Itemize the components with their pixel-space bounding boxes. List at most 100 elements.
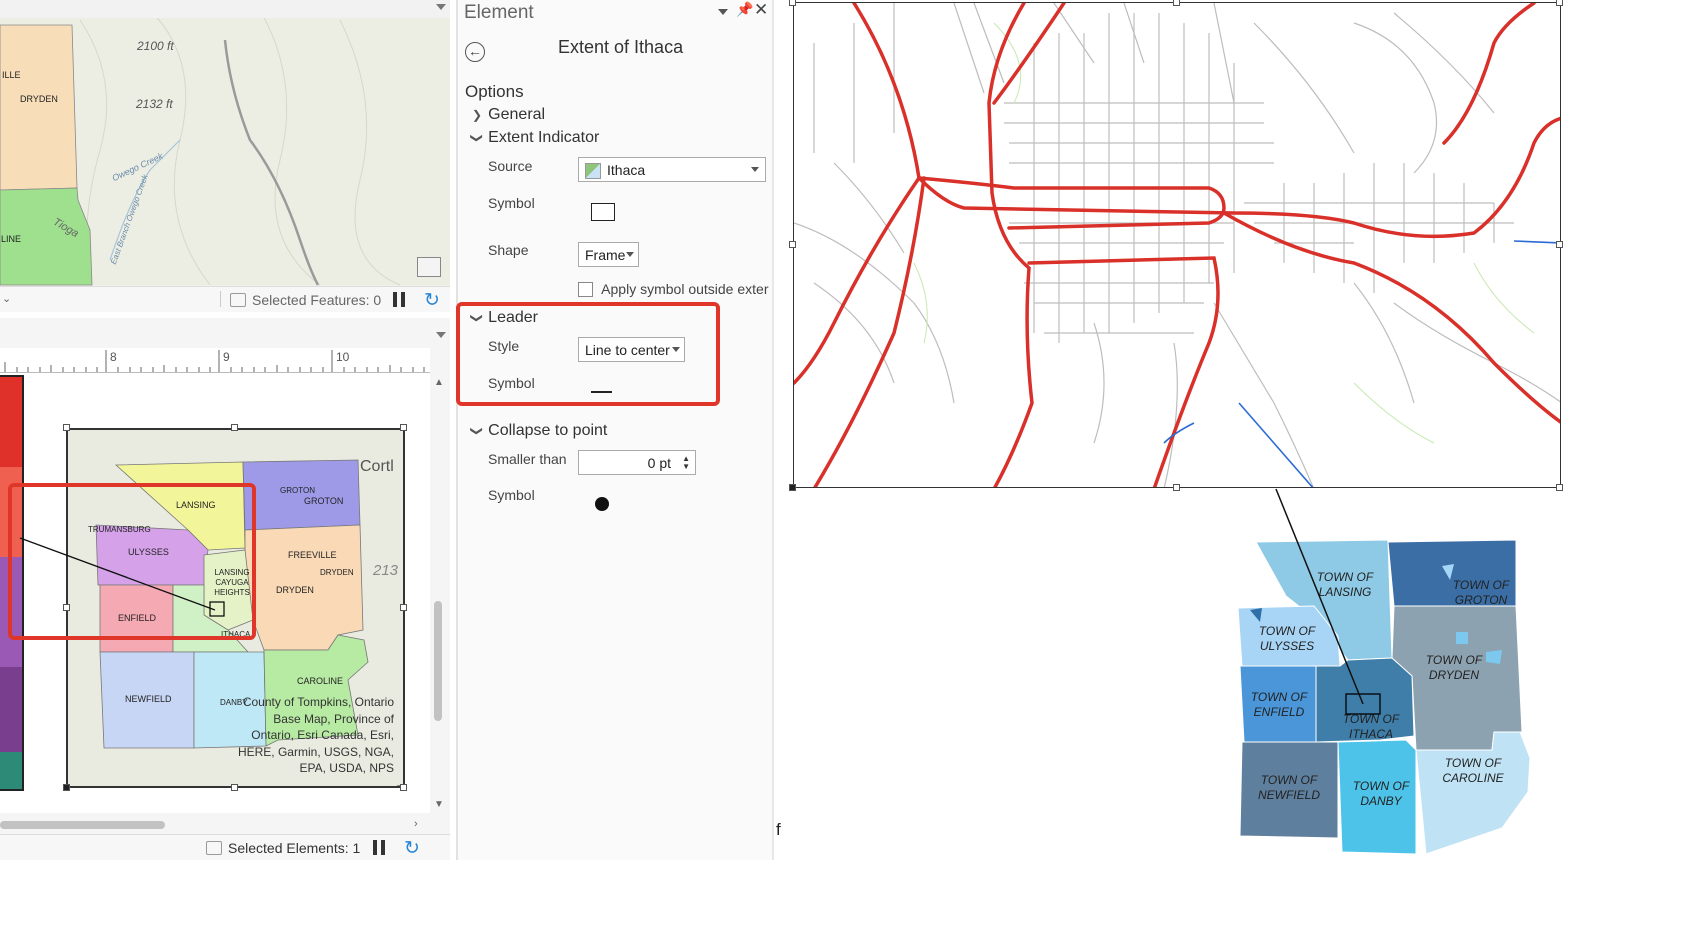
locator-label-groton-village: GROTON (280, 486, 315, 495)
locator-label-dryden-village: DRYDEN (320, 568, 354, 577)
chevron-right-icon: ❯ (471, 108, 483, 122)
top-map-view[interactable]: 2100 ft 2132 ft DRYDEN ILLE LINE Owego C… (0, 0, 450, 312)
resize-handle-nw[interactable] (63, 424, 70, 431)
scroll-up-icon[interactable]: ▲ (434, 377, 444, 388)
pane-options-icon[interactable] (718, 9, 728, 15)
apply-symbol-label: Apply symbol outside exter (601, 281, 769, 298)
layout-page: LANSING TRUMANSBURG ULYSSES ENFIELD ITHA… (0, 373, 430, 813)
resize-handle-ne[interactable] (400, 424, 407, 431)
section-collapse[interactable]: ❯ Collapse to point (470, 422, 607, 440)
close-icon[interactable]: ✕ (754, 0, 768, 20)
source-value: Ithaca (607, 162, 646, 178)
inset-label-ithaca: TOWN OF ITHACA (1342, 712, 1400, 741)
locator-label-newfield: NEWFIELD (125, 694, 172, 704)
apply-symbol-checkbox[interactable] (578, 281, 593, 297)
layout-pause-icon[interactable] (373, 840, 377, 855)
collapse-chevron-down-icon: ❯ (470, 425, 484, 437)
resize-handle-n[interactable] (231, 424, 238, 431)
street-map-frame[interactable] (793, 2, 1561, 488)
pane-title: Element (464, 2, 534, 23)
back-arrow-icon[interactable]: ← (465, 42, 485, 62)
horizontal-ruler: 8 9 10 (0, 348, 430, 373)
apply-symbol-option[interactable]: Apply symbol outside exter (578, 280, 768, 297)
locator-label-caroline: CAROLINE (297, 676, 344, 686)
selected-elements-text: Selected Elements: 1 (228, 840, 361, 856)
selected-features-text: Selected Features: 0 (252, 292, 382, 308)
map-label-dryden: DRYDEN (20, 94, 58, 104)
inset-label-caroline: TOWN OF CAROLINE (1442, 756, 1504, 785)
section-general-label: General (488, 106, 546, 123)
locator-label-groton: GROTON (304, 496, 344, 506)
elevation-label-2: 2132 ft (136, 97, 173, 111)
inset-label-dryden: TOWN OF DRYDEN (1425, 653, 1483, 682)
locator-label-dryden: DRYDEN (276, 585, 314, 595)
scroll-thumb-vertical[interactable] (434, 601, 442, 721)
inset-label-lansing: TOWN OF LANSING (1316, 570, 1374, 599)
map-label-line: LINE (1, 234, 22, 244)
attribution-text: County of Tompkins, Ontario Base Map, Pr… (237, 695, 394, 775)
resize-handle-sw[interactable] (63, 784, 70, 791)
inset-label-danby: TOWN OF DANBY (1352, 779, 1410, 808)
inset-label-newfield: TOWN OF NEWFIELD (1257, 773, 1320, 802)
street-network (794, 3, 1560, 487)
resize-handle-s[interactable] (231, 784, 238, 791)
shape-dropdown[interactable]: Frame (578, 242, 639, 267)
map-frame-icon (585, 163, 601, 179)
refresh-icon[interactable]: ↻ (424, 289, 440, 312)
layout-view[interactable]: 8 9 10 LANSING TRUMANSBURG ULYSSES ENFIE… (0, 318, 450, 860)
smaller-than-input[interactable]: 0 pt ▲ ▼ (578, 450, 696, 475)
resize-handle-se[interactable] (400, 784, 407, 791)
street-handle-s[interactable] (1173, 484, 1180, 491)
pause-icon[interactable] (393, 292, 397, 307)
smaller-than-value: 0 pt (647, 455, 671, 471)
section-general[interactable]: ❯ General (470, 106, 545, 124)
section-extent-indicator[interactable]: ❯ Extent Indicator (470, 129, 599, 147)
select-elements-icon (206, 841, 222, 855)
section-extent-indicator-label: Extent Indicator (488, 129, 600, 146)
elevation-label-1: 2100 ft (137, 39, 174, 53)
point-symbol-swatch[interactable] (595, 497, 609, 511)
locator-label-elevation: 213 (373, 562, 399, 579)
chevron-down-icon[interactable]: ⌄ (2, 292, 11, 305)
resize-handle-e[interactable] (400, 604, 407, 611)
spinner-icon[interactable]: ▲ ▼ (682, 455, 690, 471)
inset-label-enfield: TOWN OF ENFIELD (1250, 690, 1308, 719)
page-text-fragment: f (776, 820, 781, 839)
street-handle-w[interactable] (789, 241, 796, 248)
basemap-toggle-icon[interactable] (417, 257, 441, 277)
locator-label-freeville: FREEVILLE (288, 550, 337, 560)
ruler-tick-8: 8 (110, 350, 117, 364)
element-pane: Element 📌 ✕ ← Extent of Ithaca Options ❯… (456, 0, 772, 860)
select-features-icon (230, 293, 246, 307)
view-menu-icon[interactable] (436, 4, 446, 10)
vertical-scrollbar[interactable]: ▲ ▼ (431, 373, 445, 813)
collapse-symbol-label: Symbol (488, 487, 535, 503)
layout-refresh-icon[interactable]: ↻ (404, 837, 420, 860)
ruler-tick-9: 9 (223, 350, 230, 364)
shape-label: Shape (488, 242, 529, 258)
source-dropdown[interactable]: Ithaca (578, 157, 766, 182)
inset-label-groton: TOWN OF GROTON (1452, 578, 1510, 607)
pin-icon[interactable]: 📌 (736, 1, 753, 18)
element-name: Extent of Ithaca (558, 37, 684, 57)
layout-menu-icon[interactable] (436, 332, 446, 338)
street-handle-ne[interactable] (1556, 0, 1563, 6)
scroll-thumb-horizontal[interactable] (0, 821, 165, 829)
highlight-box-left (8, 483, 256, 640)
scroll-down-icon[interactable]: ▼ (434, 799, 444, 810)
street-handle-n[interactable] (1173, 0, 1180, 6)
layout-status-bar: Selected Elements: 1 ↻ (0, 834, 450, 860)
extent-symbol-swatch[interactable] (591, 203, 615, 221)
street-handle-e[interactable] (1556, 241, 1563, 248)
street-handle-nw[interactable] (789, 0, 796, 6)
horizontal-scrollbar[interactable]: › (0, 818, 430, 832)
highlight-box-leader (456, 302, 720, 406)
street-handle-se[interactable] (1556, 484, 1563, 491)
scroll-right-icon[interactable]: › (414, 818, 418, 830)
street-handle-sw[interactable] (789, 484, 796, 491)
extent-symbol-label: Symbol (488, 195, 535, 211)
inset-town-map[interactable]: TOWN OF LANSING TOWN OF GROTON TOWN OF U… (1230, 536, 1540, 860)
top-status-bar: ⌄ Selected Features: 0 ↻ (0, 286, 450, 312)
source-label: Source (488, 158, 533, 174)
shape-value: Frame (585, 247, 626, 263)
